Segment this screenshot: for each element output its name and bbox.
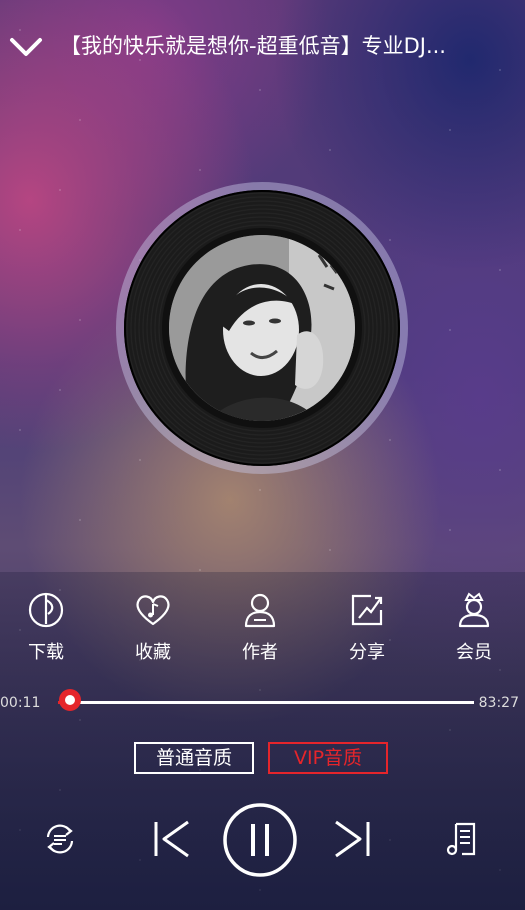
song-title: 【我的快乐就是想你-超重低音】专业DJ... — [60, 34, 446, 58]
player-screen: 【我的快乐就是想你-超重低音】专业DJ... 下载 收藏 作者 分享 会员 00… — [0, 0, 525, 910]
favorite-button[interactable]: 收藏 — [113, 586, 193, 668]
progress-thumb[interactable] — [58, 689, 81, 711]
vip-member-icon — [454, 590, 494, 630]
user-icon — [240, 590, 280, 630]
author-button[interactable]: 作者 — [220, 586, 300, 668]
album-cover — [169, 235, 355, 421]
download-icon — [26, 590, 66, 630]
repeat-mode-button[interactable] — [40, 819, 80, 859]
repeat-mode-icon — [46, 824, 74, 854]
chevron-down-icon — [10, 38, 42, 56]
next-icon — [335, 820, 370, 858]
heart-music-icon — [133, 590, 173, 630]
standard-quality-button[interactable]: 普通音质 — [134, 742, 254, 774]
progress-bar[interactable] — [58, 689, 474, 711]
download-button[interactable]: 下载 — [6, 586, 86, 668]
action-bar: 下载 收藏 作者 分享 会员 — [0, 586, 525, 668]
share-button[interactable]: 分享 — [327, 586, 407, 668]
next-button[interactable] — [330, 818, 374, 860]
vip-quality-button[interactable]: VIP音质 — [268, 742, 388, 774]
total-time: 83:27 — [478, 695, 519, 711]
vip-member-button[interactable]: 会员 — [434, 586, 514, 668]
previous-icon — [154, 820, 189, 858]
pause-button[interactable] — [222, 802, 298, 878]
elapsed-time: 00:11 — [0, 695, 41, 711]
vinyl-record — [124, 190, 400, 466]
header: 【我的快乐就是想你-超重低音】专业DJ... — [0, 22, 525, 72]
previous-button[interactable] — [150, 818, 194, 860]
playlist-icon — [446, 822, 476, 856]
collapse-button[interactable] — [6, 28, 46, 64]
share-icon — [347, 590, 387, 630]
album-cover-image — [169, 235, 355, 421]
playlist-button[interactable] — [442, 820, 482, 858]
vinyl-disc — [116, 182, 408, 474]
pause-icon — [223, 803, 297, 877]
